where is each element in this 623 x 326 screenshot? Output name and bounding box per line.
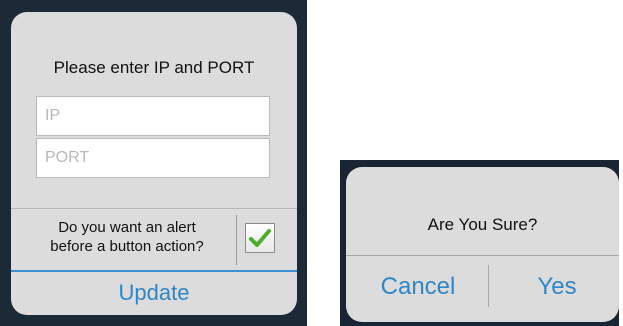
ip-input[interactable] xyxy=(37,97,269,135)
confirm-dialog: Are You Sure? Cancel Yes xyxy=(346,167,619,322)
dialog-title: Please enter IP and PORT xyxy=(53,58,255,77)
accent-divider xyxy=(11,270,297,272)
alert-option-label: Do you want an alert before a button act… xyxy=(15,218,239,256)
cancel-button[interactable]: Cancel xyxy=(358,267,478,307)
alert-option-line2: before a button action? xyxy=(50,238,204,255)
alert-checkbox[interactable] xyxy=(245,223,275,253)
port-field-container xyxy=(36,138,270,178)
yes-button[interactable]: Yes xyxy=(501,267,613,307)
checkmark-icon xyxy=(249,229,271,247)
alert-separator xyxy=(236,215,237,265)
confirm-divider xyxy=(346,255,619,256)
button-separator xyxy=(488,265,489,307)
alert-option-line1: Do you want an alert xyxy=(58,219,196,236)
connect-dialog: Please enter IP and PORT Do you want an … xyxy=(11,12,297,315)
port-input[interactable] xyxy=(37,139,269,177)
alert-option-row: Do you want an alert before a button act… xyxy=(11,208,297,270)
update-button[interactable]: Update xyxy=(11,274,297,312)
ip-field-container xyxy=(36,96,270,136)
confirm-question: Are You Sure? xyxy=(427,215,538,234)
